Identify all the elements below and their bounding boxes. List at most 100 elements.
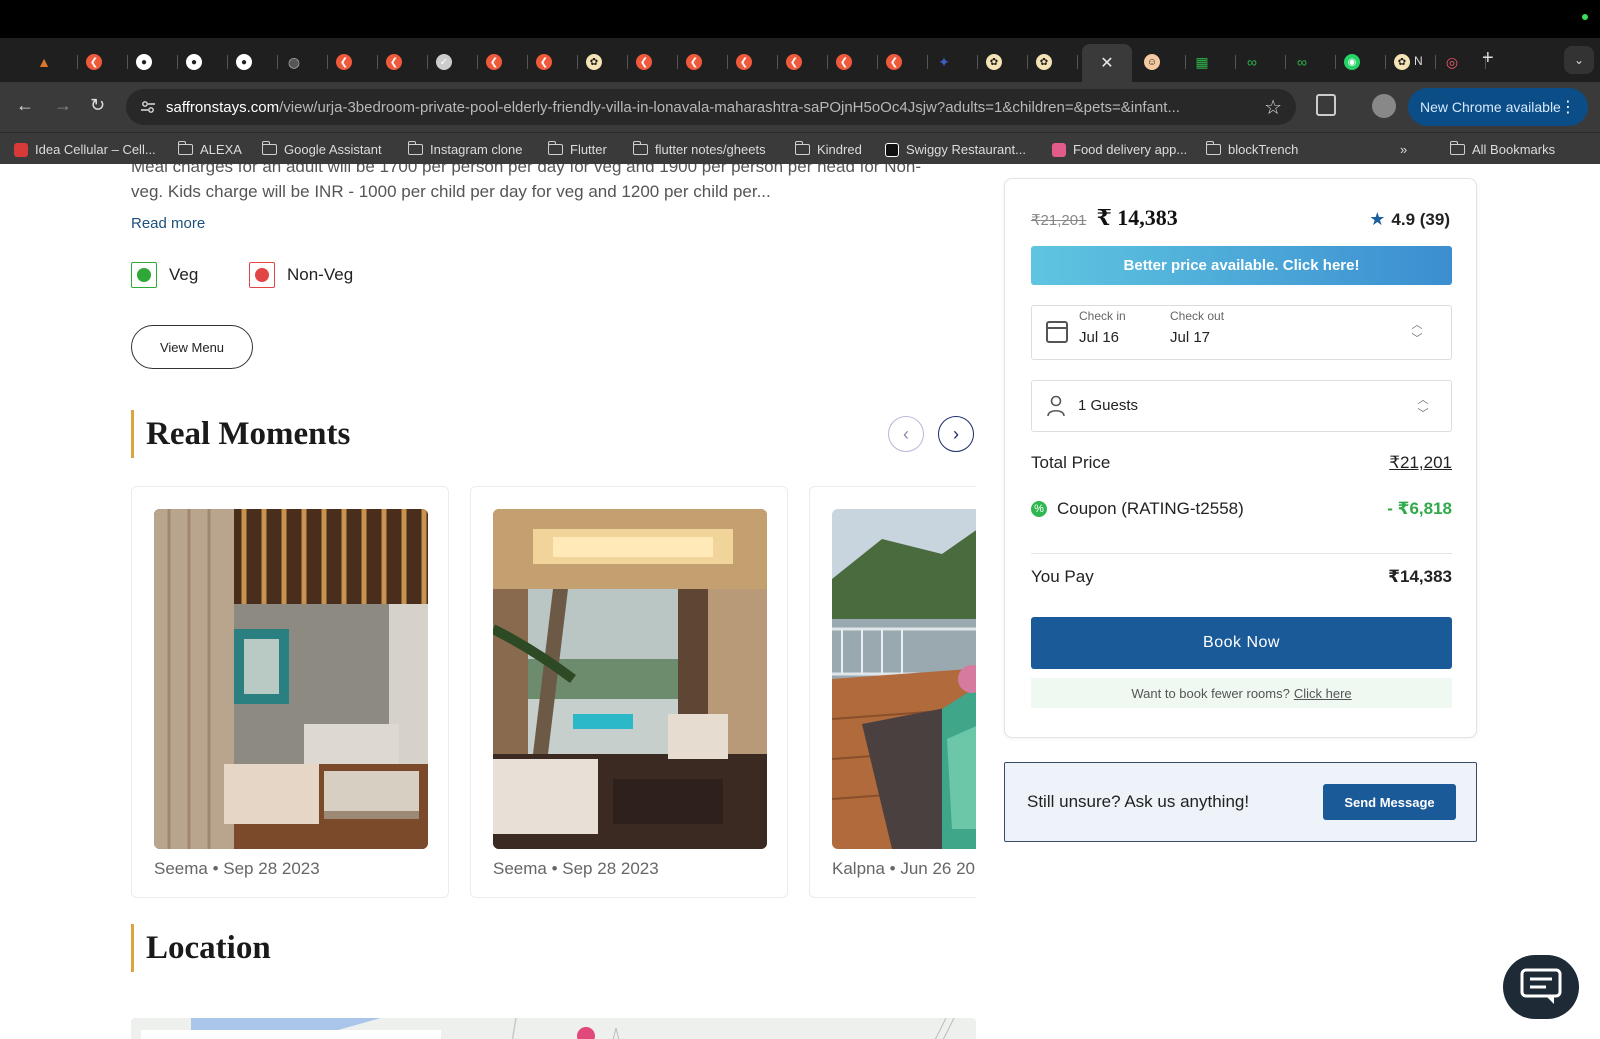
send-message-button[interactable]: Send Message [1323, 784, 1456, 820]
book-now-button[interactable]: Book Now [1031, 617, 1452, 669]
view-menu-button[interactable]: View Menu [131, 325, 253, 369]
bookmark-item[interactable]: ALEXA [177, 141, 242, 157]
moment-caption: Kalpna • Jun 26 2023 [832, 859, 976, 878]
browser-tab[interactable]: ❮ [628, 48, 678, 76]
carousel-next-button[interactable]: › [938, 416, 974, 452]
browser-tab[interactable]: ✿ [578, 48, 628, 76]
browser-tab[interactable]: ❮ [528, 48, 578, 76]
browser-tab[interactable]: ❮ [478, 48, 528, 76]
moment-card[interactable]: Kalpna • Jun 26 2023 [809, 486, 976, 898]
browser-tab[interactable]: ❮ [328, 48, 378, 76]
folder-icon [547, 141, 563, 155]
bookmark-label: Google Assistant [284, 142, 382, 157]
browser-tab[interactable]: ❮ [828, 48, 878, 76]
browser-tab[interactable]: ∞ [1236, 48, 1286, 76]
url-path: /view/urja-3bedroom-private-pool-elderly… [279, 98, 1180, 116]
profile-avatar[interactable] [1372, 94, 1396, 118]
browser-tab[interactable]: ● [178, 48, 228, 76]
location-map[interactable] [131, 1018, 976, 1039]
bookmark-label: Food delivery app... [1073, 142, 1188, 157]
bookmark-item[interactable]: Food delivery app... [1052, 142, 1187, 157]
moment-card[interactable]: Seema • Sep 28 2023 [470, 486, 788, 898]
more-bookmarks-button[interactable]: » [1400, 142, 1407, 157]
browser-tab[interactable]: ✓ [428, 48, 478, 76]
site-info-icon[interactable] [140, 99, 156, 115]
extensions-icon[interactable] [1316, 94, 1336, 116]
more-menu-icon[interactable]: ⋮ [1560, 97, 1576, 117]
read-more-link[interactable]: Read more [131, 215, 205, 232]
browser-tab[interactable]: ☺ [1136, 48, 1186, 76]
browser-tab[interactable]: ● [228, 48, 278, 76]
browser-tab[interactable]: ✿ [1028, 48, 1078, 76]
bookmarks-bar: » All Bookmarks Idea Cellular – Cell... A… [0, 132, 1600, 164]
all-bookmarks-label: All Bookmarks [1472, 142, 1556, 157]
flower-icon: ✿ [986, 54, 1002, 70]
brand-red-icon: ❮ [736, 54, 752, 70]
tab-search-button[interactable]: ⌄ [1564, 46, 1594, 74]
browser-tab[interactable]: ▦ [1186, 48, 1236, 76]
chrome-update-button[interactable]: New Chrome available ⋮ [1408, 88, 1588, 126]
browser-tab[interactable]: ❮ [878, 48, 928, 76]
browser-tab[interactable]: ● [128, 48, 178, 76]
browser-tab[interactable]: ✿ [978, 48, 1028, 76]
browser-tab[interactable]: ◍ [278, 48, 328, 76]
all-bookmarks[interactable]: All Bookmarks [1449, 141, 1556, 157]
location-title: Location [146, 929, 271, 966]
bookmark-item[interactable]: blockTrench [1205, 141, 1299, 157]
bookmark-item[interactable]: Idea Cellular – Cell... [14, 142, 156, 157]
browser-tab[interactable]: ▲ [28, 48, 78, 76]
rating-value: 4.9 (39) [1391, 209, 1450, 229]
checkout-field[interactable]: Check out Jul 17 [1170, 309, 1224, 346]
bookmark-label: blockTrench [1228, 142, 1299, 157]
original-price: ₹21,201 [1031, 212, 1087, 229]
chevron-up-down-icon: ︿ ﹀ [1411, 319, 1423, 345]
browser-tab[interactable]: ✿ [1386, 48, 1436, 76]
url-host: saffronstays.com [166, 98, 280, 116]
browser-tab[interactable]: ✦ [928, 48, 978, 76]
moment-card[interactable]: Seema • Sep 28 2023 [131, 486, 449, 898]
date-picker[interactable]: Check in Jul 16 Check out Jul 17 ︿ ﹀ [1031, 305, 1452, 360]
bookmark-item[interactable]: Google Assistant [261, 141, 382, 157]
price-row: ₹21,201 ₹ 14,383 ★ 4.9 (39) [1031, 205, 1450, 231]
forward-button[interactable]: → [54, 95, 72, 116]
browser-tab[interactable]: ◉ [1336, 48, 1386, 76]
browser-tab[interactable]: ❮ [678, 48, 728, 76]
flower-icon: ✿ [1394, 54, 1410, 70]
carousel-prev-button[interactable]: ‹ [888, 416, 924, 452]
checkin-field[interactable]: Check in Jul 16 [1079, 309, 1126, 346]
guests-selector[interactable]: 1 Guests ︿ ﹀ [1031, 380, 1452, 432]
browser-tab[interactable]: ❮ [378, 48, 428, 76]
reload-button[interactable]: ↻ [90, 95, 105, 116]
bookmark-item[interactable]: Flutter [547, 141, 607, 157]
total-price-value[interactable]: ₹21,201 [1389, 453, 1452, 473]
bookmark-item[interactable]: flutter notes/gheets [632, 141, 766, 157]
close-icon[interactable]: ✕ [1100, 53, 1113, 73]
browser-tab[interactable]: ❮ [728, 48, 778, 76]
address-bar[interactable]: saffronstays.com/view/urja-3bedroom-priv… [126, 89, 1296, 125]
brand-red-icon: ❮ [636, 54, 652, 70]
better-price-banner[interactable]: Better price available. Click here! [1031, 246, 1452, 285]
browser-tab[interactable]: ❮ [78, 48, 128, 76]
new-tab-button[interactable]: + [1482, 47, 1494, 70]
bookmark-label: Swiggy Restaurant... [906, 142, 1026, 157]
mountain-logo-icon: ▲ [37, 54, 51, 70]
moment-photo-living-room [493, 509, 767, 849]
bookmark-item[interactable]: Kindred [794, 141, 862, 157]
bookmark-item[interactable]: Swiggy Restaurant... [885, 142, 1026, 157]
total-price-row: Total Price ₹21,201 [1031, 453, 1452, 473]
bookmark-label: Instagram clone [430, 142, 523, 157]
site-favicon-icon [1052, 142, 1066, 157]
brand-red-icon: ❮ [86, 54, 102, 70]
chat-widget-button[interactable] [1503, 955, 1579, 1019]
bookmark-item[interactable]: Instagram clone [407, 141, 523, 157]
bookmark-star-icon[interactable]: ☆ [1264, 95, 1282, 120]
folder-icon [1205, 141, 1221, 155]
coupon-discount: - ₹6,818 [1387, 499, 1452, 518]
browser-tab[interactable]: ◎ [1436, 48, 1486, 76]
back-button[interactable]: ← [16, 95, 34, 116]
fewer-rooms-link[interactable]: Click here [1294, 686, 1352, 701]
browser-tab[interactable]: ∞ [1286, 48, 1336, 76]
moments-carousel: Seema • Sep 28 2023 Seema • Sep 28 2023 … [131, 486, 976, 898]
active-tab[interactable]: ✕ [1082, 44, 1132, 82]
browser-tab[interactable]: ❮ [778, 48, 828, 76]
